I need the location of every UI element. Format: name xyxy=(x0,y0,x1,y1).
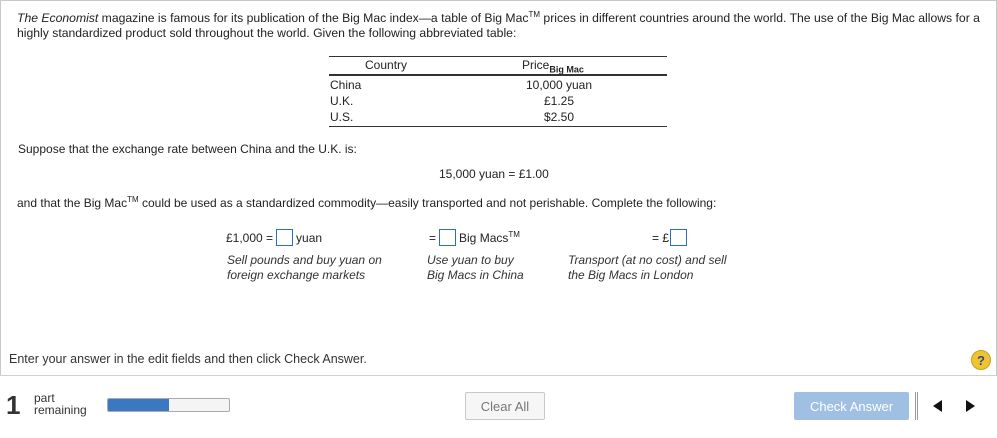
table-rule-bottom xyxy=(329,126,667,127)
table-rule-header xyxy=(329,74,667,76)
triangle-left-icon[interactable] xyxy=(925,393,951,419)
commodity-text: and that the Big MacTM could be used as … xyxy=(17,195,717,211)
exchange-intro: Suppose that the exchange rate between C… xyxy=(18,142,357,156)
instructions-text: Enter your answer in the edit fields and… xyxy=(9,352,367,366)
price-cell: £1.25 xyxy=(543,94,575,108)
parts-remaining-count: 1 xyxy=(6,390,21,420)
unit-yuan: yuan xyxy=(296,230,323,245)
note-step-3: Transport (at no cost) and sell the Big M… xyxy=(568,253,727,282)
trademark: TM xyxy=(528,9,541,19)
note-step-2: Use yuan to buy Big Macs in China xyxy=(427,253,524,282)
country-cell: China xyxy=(330,78,362,92)
progress-fill xyxy=(108,399,169,411)
yuan-input[interactable] xyxy=(276,229,294,246)
progress-bar xyxy=(107,398,230,412)
pounds-input[interactable] xyxy=(670,229,688,246)
big-macs-input[interactable] xyxy=(439,229,457,246)
note-step-1: Sell pounds and buy yuan on foreign excha… xyxy=(227,253,382,282)
exchange-rate: 15,000 yuan = £1.00 xyxy=(439,167,549,181)
country-cell: U.K. xyxy=(330,94,354,108)
equation-step-3: = £ xyxy=(652,229,690,246)
price-cell: 10,000 yuan xyxy=(525,78,593,92)
header-price: PriceBig Mac xyxy=(522,58,584,75)
help-icon[interactable]: ? xyxy=(971,350,991,370)
header-country: Country xyxy=(365,58,408,72)
equation-lhs: £1,000 = xyxy=(226,230,274,245)
question-panel: The Economist magazine is famous for its… xyxy=(0,0,997,342)
equals-sign: = xyxy=(429,230,437,245)
parts-remaining-label: part remaining xyxy=(34,391,87,417)
check-answer-button[interactable]: Check Answer xyxy=(794,392,909,420)
equals-pound: = £ xyxy=(652,230,670,245)
table-rule-top xyxy=(329,56,667,57)
country-cell: U.S. xyxy=(330,110,354,124)
equation-step-1: £1,000 = yuan xyxy=(226,229,322,246)
question-intro: The Economist magazine is famous for its… xyxy=(17,9,987,41)
equation-step-2: = Big MacsTM xyxy=(429,229,520,246)
price-cell: $2.50 xyxy=(543,110,575,124)
magazine-name: The Economist xyxy=(17,11,99,25)
unit-big-macs: Big MacsTM xyxy=(459,229,520,245)
triangle-right-icon[interactable] xyxy=(957,393,983,419)
nav-separator xyxy=(915,392,918,420)
clear-all-button[interactable]: Clear All xyxy=(465,392,545,420)
intro-text-1: magazine is famous for its publication o… xyxy=(98,11,529,25)
